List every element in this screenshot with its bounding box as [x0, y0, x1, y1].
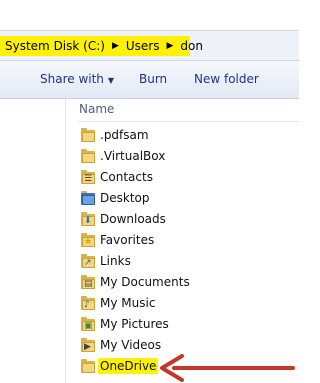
list-item[interactable]: ▶ My Videos [78, 334, 299, 355]
column-header-name[interactable]: Name [66, 99, 299, 118]
videos-folder-icon: ▶ [80, 337, 96, 353]
breadcrumb-users[interactable]: Users [126, 39, 160, 53]
list-item[interactable]: ♪ My Music [78, 292, 299, 313]
file-name: My Videos [100, 337, 162, 352]
file-name: My Music [100, 295, 156, 310]
onedrive-folder-icon [80, 358, 96, 374]
command-bar: Share with ▼ Burn New folder [0, 61, 299, 99]
file-name: Contacts [100, 169, 153, 184]
chevron-down-icon: ▼ [107, 76, 115, 85]
chevron-right-icon[interactable]: ▶ [112, 41, 119, 51]
list-item[interactable]: ★ Favorites [78, 229, 299, 250]
list-item[interactable]: ↗ Links [78, 250, 299, 271]
documents-folder-icon: ▤ [80, 274, 96, 290]
burn-button[interactable]: Burn [139, 72, 167, 86]
folder-icon [80, 148, 96, 164]
list-item[interactable]: ▣ My Pictures [78, 313, 299, 334]
chevron-right-icon[interactable]: ▶ [166, 41, 173, 51]
list-item[interactable]: .pdfsam [78, 124, 299, 145]
file-name: .VirtualBox [100, 148, 166, 163]
share-with-label: Share with [40, 72, 104, 86]
list-item[interactable]: ⬇ Downloads [78, 208, 299, 229]
file-name: My Documents [100, 274, 190, 289]
new-folder-button[interactable]: New folder [194, 72, 259, 86]
breadcrumb[interactable]: System Disk (C:) ▶ Users ▶ don [0, 36, 203, 56]
links-folder-icon: ↗ [80, 253, 96, 269]
list-item[interactable]: ▤ My Documents [78, 271, 299, 292]
address-bar[interactable]: System Disk (C:) ▶ Users ▶ don [0, 30, 299, 61]
file-name: Downloads [100, 211, 166, 226]
music-folder-icon: ♪ [80, 295, 96, 311]
share-with-button[interactable]: Share with ▼ [40, 72, 114, 86]
file-list: .pdfsam .VirtualBox ☰ Contacts Desktop ⬇… [78, 124, 299, 376]
file-name: Desktop [100, 190, 150, 205]
list-item[interactable]: .VirtualBox [78, 145, 299, 166]
navigation-pane[interactable] [0, 99, 66, 383]
favorites-folder-icon: ★ [80, 232, 96, 248]
header-divider [78, 121, 299, 122]
downloads-folder-icon: ⬇ [80, 211, 96, 227]
breadcrumb-system-disk[interactable]: System Disk (C:) [5, 39, 105, 53]
pictures-folder-icon: ▣ [80, 316, 96, 332]
column-header-label: Name [79, 102, 115, 116]
file-name: Links [100, 253, 131, 268]
file-name: My Pictures [100, 316, 169, 331]
file-name: Favorites [100, 232, 155, 247]
folder-icon [80, 127, 96, 143]
file-name: OneDrive [98, 357, 159, 374]
file-name: .pdfsam [100, 127, 149, 142]
red-arrow-annotation [160, 354, 295, 382]
contacts-folder-icon: ☰ [80, 169, 96, 185]
list-item[interactable]: Desktop [78, 187, 299, 208]
breadcrumb-don[interactable]: don [180, 39, 203, 53]
desktop-folder-icon [80, 190, 96, 206]
list-item[interactable]: ☰ Contacts [78, 166, 299, 187]
